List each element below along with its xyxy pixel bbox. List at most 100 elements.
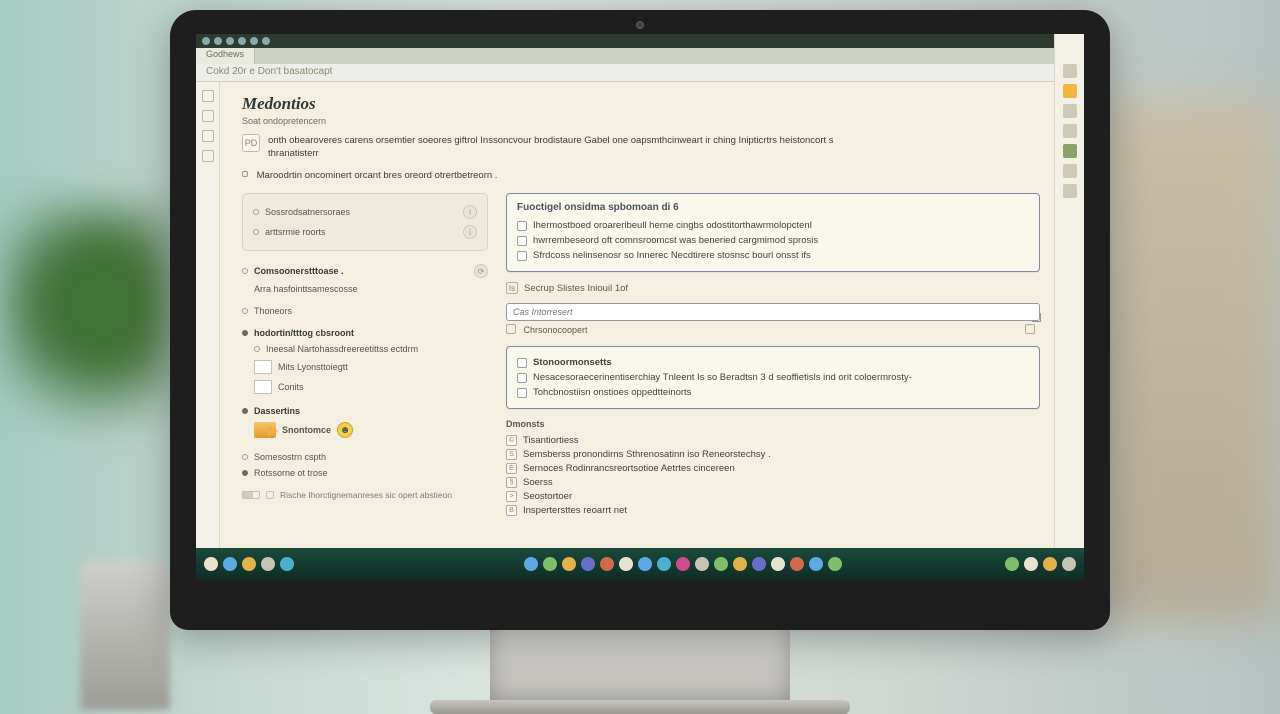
bullet-icon (242, 171, 248, 177)
smiley-icon: ☻ (337, 422, 353, 438)
info-card-1: Fuoctigel onsidma spbomoan di 6 Ihermost… (506, 193, 1040, 272)
start-button[interactable] (204, 557, 218, 571)
tray-icon[interactable] (214, 37, 222, 45)
section-header[interactable]: hodortin/tttog cbsroont (242, 325, 488, 341)
checkbox-line[interactable]: Ihermostboed oroareribeull herne cingbs … (517, 218, 1029, 233)
list-item[interactable]: §Soerss (506, 475, 1040, 489)
right-column: Fuoctigel onsidma spbomoan di 6 Ihermost… (506, 193, 1040, 517)
toolstrip-icon[interactable] (1063, 104, 1077, 118)
refresh-icon[interactable]: ⟳ (474, 264, 488, 278)
checkbox-icon[interactable] (517, 251, 527, 261)
list-item[interactable]: ESernoces Rodinrancsreortsotioe Aetrtes … (506, 461, 1040, 475)
square-icon (1025, 324, 1035, 334)
toolstrip-icon[interactable] (1063, 84, 1077, 98)
thumbnail-icon (254, 360, 272, 374)
left-column: Sossrodsatnersoraes i arttsrmie roorts i… (242, 193, 488, 503)
list-item[interactable]: Thoneors (242, 303, 488, 319)
systray-icon[interactable] (1005, 557, 1019, 571)
taskbar-icon[interactable] (638, 557, 652, 571)
info-icon[interactable]: i (463, 205, 477, 219)
intro-paragraph-2: Maroodrtin oncominert orcant bres oreord… (242, 170, 1040, 181)
checkbox-icon[interactable] (517, 373, 527, 383)
tab-active[interactable]: Godhews (196, 48, 255, 64)
toolstrip-icon[interactable] (202, 130, 214, 142)
taskbar-icon[interactable] (619, 557, 633, 571)
left-panel-box: Sossrodsatnersoraes i arttsrmie roorts i (242, 193, 488, 251)
taskbar-icon[interactable] (543, 557, 557, 571)
card-line: Nesacesoraecerinentiserchiay Tnleent Is … (517, 370, 1029, 385)
tray-icon[interactable] (262, 37, 270, 45)
taskbar-icon[interactable] (771, 557, 785, 571)
taskbar-icon[interactable] (261, 557, 275, 571)
thumbnail-icon (254, 380, 272, 394)
tray-icon[interactable] (202, 37, 210, 45)
systray-icon[interactable] (1024, 557, 1038, 571)
systray-icon[interactable] (1062, 557, 1076, 571)
taskbar-icon[interactable] (223, 557, 237, 571)
toolstrip-icon[interactable] (1063, 144, 1077, 158)
taskbar-icon[interactable] (676, 557, 690, 571)
checkbox-icon[interactable] (517, 221, 527, 231)
info-icon[interactable]: i (463, 225, 477, 239)
taskbar-icon[interactable] (562, 557, 576, 571)
checkbox-icon[interactable] (517, 236, 527, 246)
tray-icon[interactable] (226, 37, 234, 45)
tray-icon[interactable] (250, 37, 258, 45)
taskbar-icon[interactable] (809, 557, 823, 571)
section-header[interactable]: Comsoonerstttoase . ⟳ (242, 261, 488, 281)
taskbar-icon[interactable] (752, 557, 766, 571)
list-item[interactable]: Sossrodsatnersoraes i (253, 202, 477, 222)
field-label-row: Is Secrup Slistes Iniouil 1of (506, 282, 1040, 294)
toolstrip-icon[interactable] (1063, 124, 1077, 138)
list-item[interactable]: Mits Lyonsttoiegtt (254, 357, 488, 377)
checkbox-icon[interactable] (517, 358, 527, 368)
taskbar-icon[interactable] (600, 557, 614, 571)
taskbar-icon[interactable] (695, 557, 709, 571)
list-item[interactable]: Rotssorne ot trose (242, 465, 488, 481)
badge-icon: Is (506, 282, 518, 294)
checkbox-line[interactable]: Sfrdcoss nelinsenosr so Innerec Necdtire… (517, 248, 1029, 263)
taskbar-icon[interactable] (524, 557, 538, 571)
taskbar-icon[interactable] (657, 557, 671, 571)
taskbar-icon[interactable] (790, 557, 804, 571)
taskbar-icon[interactable] (733, 557, 747, 571)
folder-item[interactable]: Snontomce ☻ (254, 419, 488, 441)
list-item[interactable]: Arra hasfointtsamescosse (254, 281, 488, 297)
card-title: Fuoctigel onsidma spbomoan di 6 (517, 202, 1029, 213)
toolstrip-icon[interactable] (202, 150, 214, 162)
taskbar-icon[interactable] (581, 557, 595, 571)
webcam (636, 21, 644, 29)
toolstrip-icon[interactable] (202, 110, 214, 122)
checkbox-icon[interactable] (517, 388, 527, 398)
text-input[interactable] (506, 303, 1040, 321)
toolstrip-icon[interactable] (1063, 64, 1077, 78)
tray-icon[interactable] (238, 37, 246, 45)
list-item[interactable]: Somesostrn cspth (242, 449, 488, 465)
checkbox-line[interactable]: hwrrembeseord oft comnsroomcst was bener… (517, 233, 1029, 248)
section-header[interactable]: Dassertins (242, 403, 488, 419)
taskbar (196, 548, 1084, 580)
taskbar-icon[interactable] (714, 557, 728, 571)
list-item[interactable]: Ineesal Nartohassdreereetittss ectdrm (254, 341, 488, 357)
hint-text: Chrsonocoopert (506, 321, 1040, 338)
list-item[interactable]: ©Tisantiortiess (506, 433, 1040, 447)
systray-icon[interactable] (1043, 557, 1057, 571)
menu-bar (196, 34, 1084, 48)
taskbar-icon[interactable] (280, 557, 294, 571)
left-toolstrip (196, 82, 220, 548)
folder-play-icon (254, 422, 276, 438)
page-title: Medontios (242, 94, 1040, 114)
toolstrip-icon[interactable] (1063, 184, 1077, 198)
list-item[interactable]: BInspertersttes reoarrt net (506, 503, 1040, 517)
taskbar-icon[interactable] (828, 557, 842, 571)
taskbar-icon[interactable] (242, 557, 256, 571)
field-label: Secrup Slistes Iniouil 1of (524, 283, 628, 294)
square-icon (506, 324, 516, 334)
page-subtitle: Soat ondopretencern (242, 116, 1040, 126)
list-item[interactable]: SSemsberss pronondirns Sthrenosatinn iso… (506, 447, 1040, 461)
toolstrip-icon[interactable] (1063, 164, 1077, 178)
list-item[interactable]: arttsrmie roorts i (253, 222, 477, 242)
toolstrip-icon[interactable] (202, 90, 214, 102)
list-item[interactable]: >Seostortoer (506, 489, 1040, 503)
list-item[interactable]: Conits (254, 377, 488, 397)
